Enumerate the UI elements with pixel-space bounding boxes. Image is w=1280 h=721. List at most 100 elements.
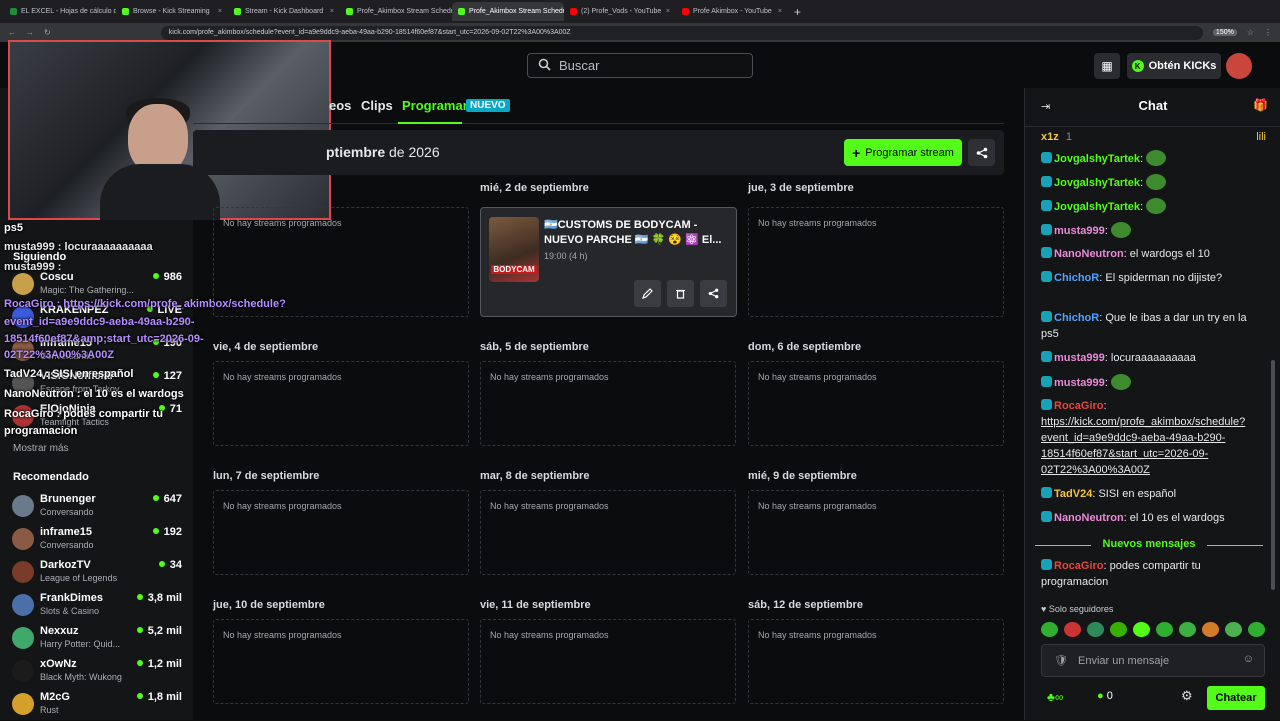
tab-schedule[interactable]: Programar: [402, 98, 468, 113]
day-label: mié, 9 de septiembre: [748, 470, 857, 482]
sidebar-channel[interactable]: DarkozTV League of Legends 34: [12, 559, 182, 589]
settings-gear-icon[interactable]: ⚙: [1181, 688, 1193, 704]
layout-toggle-button[interactable]: ▦: [1094, 53, 1120, 79]
emote-icon[interactable]: [1248, 622, 1265, 637]
tab-clips[interactable]: Clips: [361, 98, 393, 113]
empty-day-text: No hay streams programados: [223, 372, 342, 382]
schedule-stream-button[interactable]: + Programar stream: [844, 139, 962, 166]
chat-username[interactable]: musta999: [1054, 377, 1105, 389]
emoji-icon[interactable]: ☺: [1243, 653, 1254, 665]
chat-username[interactable]: TadV24: [1054, 488, 1092, 500]
chat-username[interactable]: RocaGiro: [1054, 400, 1104, 412]
emote-icon[interactable]: [1064, 622, 1081, 637]
browser-tab[interactable]: (2) Profe_Vods - YouTube ×: [564, 2, 676, 21]
emote-icon[interactable]: [1133, 622, 1150, 637]
chat-username[interactable]: JovgalshyTartek: [1054, 177, 1140, 189]
user-avatar[interactable]: [1226, 53, 1252, 79]
day-cell: No hay streams programados: [213, 490, 469, 575]
zoom-indicator[interactable]: 150%: [1212, 29, 1237, 36]
bookmark-star-icon[interactable]: ☆: [1247, 28, 1254, 37]
sidebar-channel[interactable]: FrankDimes Slots & Casino 3,8 mil: [12, 592, 182, 622]
chat-username[interactable]: musta999: [1054, 225, 1105, 237]
tab-videos[interactable]: eos: [329, 98, 351, 113]
empty-day-text: No hay streams programados: [758, 501, 877, 511]
emote-icon[interactable]: [1202, 622, 1219, 637]
tab-close-icon[interactable]: ×: [330, 8, 334, 15]
browser-tab[interactable]: Profe_Akimbox Stream Schedul×: [340, 2, 452, 21]
chat-message: musta999:: [1041, 374, 1265, 391]
chat-emote-icon: [1110, 374, 1131, 390]
empty-day-text: No hay streams programados: [490, 630, 609, 640]
viewer-count: 192: [153, 526, 182, 538]
overlay-chat-line: 02T22%3A00%3A00Z: [4, 349, 115, 361]
infinity-icon: ♣∞: [1047, 690, 1064, 704]
emote-icon[interactable]: [1179, 622, 1196, 637]
scheduled-event-card[interactable]: BODYCAM 🇦🇷CUSTOMS DE BODYCAM - NUEVO PAR…: [480, 207, 737, 317]
search-input[interactable]: Buscar: [527, 53, 753, 78]
chat-message: ChichoR: El spiderman no dijiste?: [1041, 270, 1265, 286]
emote-icon[interactable]: [1156, 622, 1173, 637]
chat-username[interactable]: ChichoR: [1054, 272, 1099, 284]
forward-icon[interactable]: →: [26, 28, 34, 37]
share-event-button[interactable]: [700, 280, 727, 307]
edit-event-button[interactable]: [634, 280, 661, 307]
sidebar-channel[interactable]: inframe15 Conversando 192: [12, 526, 182, 556]
emote-icon[interactable]: [1087, 622, 1104, 637]
chat-username[interactable]: JovgalshyTartek: [1054, 201, 1140, 213]
subscriber-badge-icon: [1041, 176, 1052, 187]
tab-close-icon[interactable]: ×: [778, 8, 782, 15]
day-label: mar, 8 de septiembre: [480, 470, 590, 482]
viewer-count: 986: [153, 271, 182, 283]
browser-tab[interactable]: EL EXCEL - Hojas de cálculo de×: [4, 2, 116, 21]
chat-username[interactable]: ChichoR: [1054, 312, 1099, 324]
new-messages-divider[interactable]: Nuevos mensajes: [1035, 538, 1263, 550]
share-icon: [708, 288, 719, 299]
url-field[interactable]: kick.com/profe_akimbox/schedule?event_id…: [160, 25, 1203, 40]
tab-close-icon[interactable]: ×: [218, 8, 222, 15]
main-content: eos Clips Programar NUEVO ptiembre de 20…: [193, 88, 1023, 720]
chat-message-input[interactable]: 🛡 Enviar un mensaje ☺: [1041, 644, 1265, 677]
browser-tab[interactable]: Browse - Kick Streaming ×: [116, 2, 228, 21]
send-chat-button[interactable]: Chatear: [1207, 686, 1265, 710]
gift-icon[interactable]: 🎁: [1253, 98, 1268, 112]
sidebar-channel[interactable]: Brunenger Conversando 647: [12, 493, 182, 523]
new-tab-icon[interactable]: +: [794, 5, 801, 19]
sidebar-channel[interactable]: Coscu Magic: The Gathering... 986: [12, 271, 182, 301]
channel-name: DarkozTV: [40, 559, 91, 571]
tab-close-icon[interactable]: ×: [666, 8, 670, 15]
chat-username[interactable]: NanoNeutron: [1054, 248, 1124, 260]
show-more-link[interactable]: Mostrar más: [13, 443, 69, 454]
chat-message: ChichoR: Que le ibas a dar un try en la …: [1041, 310, 1265, 342]
browser-tab[interactable]: Stream - Kick Dashboard ×: [228, 2, 340, 21]
emote-icon[interactable]: [1225, 622, 1242, 637]
chat-input-placeholder: Enviar un mensaje: [1078, 654, 1170, 667]
points-value: 0: [1106, 690, 1113, 702]
channel-category: League of Legends: [40, 573, 118, 583]
day-cell: No hay streams programados: [480, 361, 736, 446]
chat-text: El spiderman no dijiste?: [1105, 272, 1223, 284]
chat-username[interactable]: NanoNeutron: [1054, 512, 1124, 524]
subscriber-badge-icon: [1041, 559, 1052, 570]
delete-event-button[interactable]: [667, 280, 694, 307]
channel-category: Black Myth: Wukong: [40, 672, 122, 682]
browser-tab[interactable]: Profe Akimbox - YouTube ×: [676, 2, 788, 21]
overlay-chat-line: musta999 : locuraaaaaaaaaa: [4, 241, 153, 253]
sidebar-channel[interactable]: Nexxuz Harry Potter: Quid... 5,2 mil: [12, 625, 182, 655]
browser-tab[interactable]: Profe_Akimbox Stream Schedul×: [452, 2, 564, 21]
back-icon[interactable]: ←: [8, 28, 16, 37]
share-button[interactable]: [968, 139, 995, 166]
subscriber-badge-icon: [1041, 511, 1052, 522]
get-kicks-button[interactable]: K Obtén KICKs: [1127, 53, 1221, 79]
reload-icon[interactable]: ↻: [44, 28, 51, 37]
chat-username[interactable]: RocaGiro: [1054, 560, 1104, 572]
emote-icon[interactable]: [1110, 622, 1127, 637]
menu-icon[interactable]: ⋮: [1264, 28, 1272, 37]
sidebar-channel[interactable]: M2cG Rust 1,8 mil: [12, 691, 182, 721]
chat-username[interactable]: JovgalshyTartek: [1054, 153, 1140, 165]
chat-text[interactable]: https://kick.com/profe_akimbox/schedule?…: [1041, 416, 1245, 476]
emote-icon[interactable]: [1041, 622, 1058, 637]
chat-username[interactable]: musta999: [1054, 352, 1105, 364]
channel-avatar: [12, 528, 34, 550]
chat-scrollbar[interactable]: [1271, 360, 1275, 590]
sidebar-channel[interactable]: xOwNz Black Myth: Wukong 1,2 mil: [12, 658, 182, 688]
